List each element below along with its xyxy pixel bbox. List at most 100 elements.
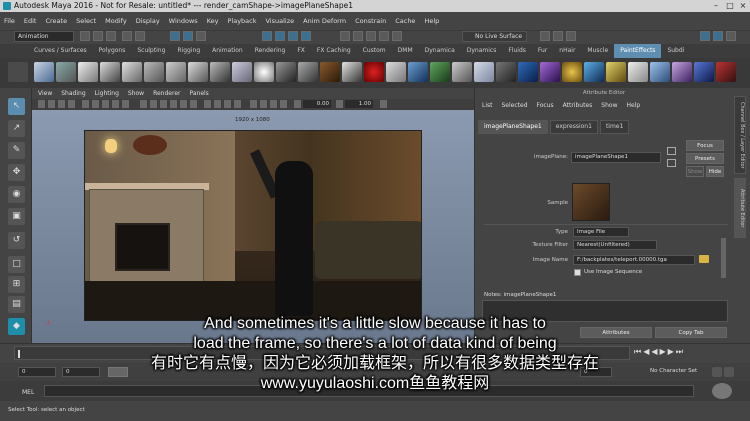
shelf-tab-animation[interactable]: Animation xyxy=(206,44,249,58)
select-object-icon[interactable] xyxy=(183,31,193,41)
brush-icon-5[interactable] xyxy=(122,62,142,82)
texture-filter-dropdown[interactable]: Nearest(Unfiltered) xyxy=(573,240,657,250)
brush-icon-27[interactable] xyxy=(606,62,626,82)
panel-menu-view[interactable]: View xyxy=(38,90,52,97)
save-scene-icon[interactable] xyxy=(106,31,116,41)
shelf-tab-rigging[interactable]: Rigging xyxy=(171,44,206,58)
shelf-tab-nhair[interactable]: nHair xyxy=(553,44,581,58)
panel-menu-show[interactable]: Show xyxy=(128,90,144,97)
gamma-field[interactable]: 1.00 xyxy=(345,100,373,108)
tab-imageplaneshape1[interactable]: imagePlaneShape1 xyxy=(478,120,548,134)
lasso-tool-icon[interactable]: ↗ xyxy=(8,120,25,137)
grid-icon[interactable] xyxy=(82,100,89,108)
brush-icon-17[interactable] xyxy=(386,62,406,82)
brush-icon-29[interactable] xyxy=(650,62,670,82)
paint-select-tool-icon[interactable]: ✎ xyxy=(8,142,25,159)
render-settings-icon[interactable] xyxy=(392,31,402,41)
menu-windows[interactable]: Windows xyxy=(169,17,198,25)
open-scene-icon[interactable] xyxy=(93,31,103,41)
menu-visualize[interactable]: Visualize xyxy=(266,17,295,25)
panel-menu-panels[interactable]: Panels xyxy=(189,90,208,97)
brush-icon-9[interactable] xyxy=(210,62,230,82)
focus-button[interactable]: Focus xyxy=(686,140,724,151)
panel-menu-lighting[interactable]: Lighting xyxy=(95,90,119,97)
brush-icon-25[interactable] xyxy=(562,62,582,82)
brush-icon-8[interactable] xyxy=(188,62,208,82)
move-tool-icon[interactable]: ✥ xyxy=(8,164,25,181)
shelf-tab-dynamics[interactable]: Dynamics xyxy=(461,44,503,58)
hide-button[interactable]: Hide xyxy=(706,166,724,177)
copy-tab-button[interactable]: Copy Tab xyxy=(655,327,727,338)
gamma-icon[interactable] xyxy=(336,100,343,108)
current-time-marker[interactable] xyxy=(18,350,20,358)
ae-menu-help[interactable]: Help xyxy=(626,102,640,109)
menu-set-dropdown[interactable]: Animation xyxy=(14,31,74,42)
snap-point-icon[interactable] xyxy=(288,31,298,41)
menu-key[interactable]: Key xyxy=(207,17,219,25)
four-pane-layout-icon[interactable]: ⊞ xyxy=(8,276,25,293)
auto-key-icon[interactable] xyxy=(712,367,722,377)
maximize-icon[interactable]: □ xyxy=(724,0,736,12)
shadows-icon[interactable] xyxy=(190,100,197,108)
shelf-tab-rendering[interactable]: Rendering xyxy=(249,44,292,58)
shelf-menu-icon[interactable] xyxy=(8,62,28,82)
menu-file[interactable]: File xyxy=(4,17,15,25)
shelf-tab-custom[interactable]: Custom xyxy=(357,44,392,58)
presets-button[interactable]: Presets xyxy=(686,153,724,164)
camera-attributes-icon[interactable] xyxy=(48,100,55,108)
brush-icon-13[interactable] xyxy=(298,62,318,82)
menu-create[interactable]: Create xyxy=(45,17,67,25)
undo-icon[interactable] xyxy=(122,31,132,41)
shelf-tab-subdiv[interactable]: Subdi xyxy=(661,44,690,58)
outliner-layout-icon[interactable]: ▤ xyxy=(8,296,25,313)
use-image-sequence-checkbox[interactable] xyxy=(574,269,581,276)
shelf-tab-sculpting[interactable]: Sculpting xyxy=(131,44,171,58)
brush-icon-19[interactable] xyxy=(430,62,450,82)
anti-aliasing-icon[interactable] xyxy=(224,100,231,108)
tab-expression1[interactable]: expression1 xyxy=(549,120,598,134)
shelf-tab-fluids[interactable]: Fluids xyxy=(502,44,532,58)
go-to-input-icon[interactable] xyxy=(667,147,676,155)
attributes-button[interactable]: Attributes xyxy=(580,327,652,338)
minimize-icon[interactable]: – xyxy=(710,0,722,12)
snap-plane-icon[interactable] xyxy=(301,31,311,41)
brush-icon-30[interactable] xyxy=(672,62,692,82)
ae-menu-list[interactable]: List xyxy=(482,102,493,109)
menu-display[interactable]: Display xyxy=(136,17,160,25)
textured-icon[interactable] xyxy=(170,100,177,108)
channel-box-side-tab[interactable]: Channel Box / Layer Editor xyxy=(734,96,746,174)
brush-icon-10[interactable] xyxy=(232,62,252,82)
brush-icon-23[interactable] xyxy=(518,62,538,82)
brush-icon-22[interactable] xyxy=(496,62,516,82)
tab-time1[interactable]: time1 xyxy=(599,120,630,134)
show-button[interactable]: Show xyxy=(686,166,704,177)
shelf-tab-fx-caching[interactable]: FX Caching xyxy=(311,44,357,58)
input-line-icon[interactable] xyxy=(566,31,576,41)
redo-icon[interactable] xyxy=(135,31,145,41)
isolate-select-icon[interactable] xyxy=(250,100,257,108)
shelf-tab-fx[interactable]: FX xyxy=(291,44,311,58)
gate-mask-icon[interactable] xyxy=(112,100,119,108)
playback-controls[interactable]: ⏮◀◀▶▶⏭ xyxy=(634,347,685,357)
brush-icon-28[interactable] xyxy=(628,62,648,82)
brush-icon-32[interactable] xyxy=(716,62,736,82)
menu-cache[interactable]: Cache xyxy=(395,17,415,25)
timeline[interactable] xyxy=(14,346,630,360)
xform-constraint-icon[interactable] xyxy=(553,31,563,41)
folder-icon[interactable] xyxy=(699,255,709,263)
field-chart-icon[interactable] xyxy=(122,100,129,108)
shelf-tab-curves[interactable]: Curves / Surfaces xyxy=(0,44,93,58)
brush-icon-12[interactable] xyxy=(276,62,296,82)
script-editor-icon[interactable] xyxy=(712,383,732,399)
brush-icon-6[interactable] xyxy=(144,62,164,82)
notes-field[interactable] xyxy=(482,300,728,322)
render-icon[interactable] xyxy=(366,31,376,41)
panel-menu-renderer[interactable]: Renderer xyxy=(153,90,180,97)
brush-icon-18[interactable] xyxy=(408,62,428,82)
brush-icon-24[interactable] xyxy=(540,62,560,82)
menu-anim-deform[interactable]: Anim Deform xyxy=(303,17,346,25)
single-pane-layout-icon[interactable]: □ xyxy=(8,256,25,273)
type-dropdown[interactable]: Image File xyxy=(573,227,629,237)
exposure-icon[interactable] xyxy=(294,100,301,108)
ae-menu-focus[interactable]: Focus xyxy=(537,102,554,109)
